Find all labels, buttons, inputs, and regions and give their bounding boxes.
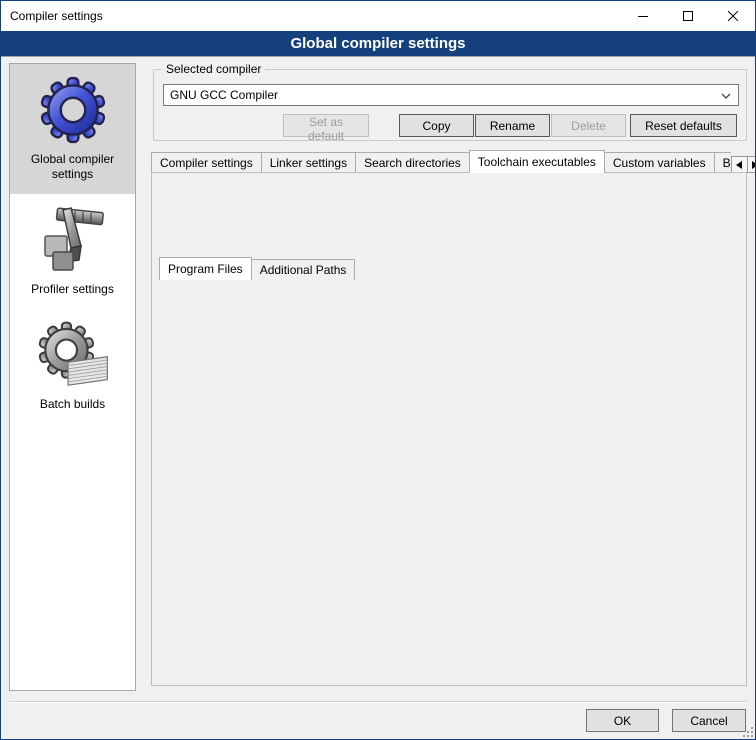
- settings-tabstrip: Compiler settings Linker settings Search…: [151, 150, 745, 173]
- tab-search-directories[interactable]: Search directories: [355, 152, 470, 173]
- arrow-right-icon: [752, 161, 756, 169]
- gear-stack-icon: [37, 319, 109, 391]
- titlebar[interactable]: Compiler settings: [1, 1, 755, 31]
- page-title: Global compiler settings: [1, 31, 755, 57]
- tab-build-options[interactable]: Builc: [714, 152, 731, 173]
- ok-button[interactable]: OK: [586, 709, 659, 732]
- window-title: Compiler settings: [10, 9, 103, 23]
- settings-category-sidebar: Global compiler settings Profiler settin…: [9, 63, 136, 691]
- maximize-icon: [683, 11, 693, 21]
- close-button[interactable]: [710, 1, 755, 31]
- tab-scroll-left-button[interactable]: [731, 156, 748, 173]
- compiler-select[interactable]: GNU GCC Compiler: [163, 84, 739, 106]
- tab-custom-variables[interactable]: Custom variables: [604, 152, 715, 173]
- tab-additional-paths[interactable]: Additional Paths: [251, 259, 356, 280]
- maximize-button[interactable]: [665, 1, 710, 31]
- resize-grip[interactable]: [743, 727, 753, 737]
- tab-scroll-right-button[interactable]: [747, 156, 756, 173]
- program-files-tabstrip: Program Files Additional Paths: [159, 257, 354, 280]
- sidebar-item-batch-builds[interactable]: Batch builds: [10, 309, 135, 424]
- selected-compiler-group: Selected compiler GNU GCC Compiler Set a…: [153, 69, 747, 141]
- group-legend: Selected compiler: [162, 62, 265, 76]
- reset-defaults-button[interactable]: Reset defaults: [630, 114, 737, 137]
- caliper-icon: [37, 204, 109, 276]
- sidebar-item-profiler-settings[interactable]: Profiler settings: [10, 194, 135, 309]
- sidebar-item-global-compiler-settings[interactable]: Global compiler settings: [10, 64, 135, 194]
- footer-divider: [9, 701, 747, 703]
- compiler-select-value: GNU GCC Compiler: [170, 88, 278, 102]
- arrow-left-icon: [736, 161, 742, 169]
- sidebar-item-label: Profiler settings: [14, 282, 131, 297]
- tab-compiler-settings[interactable]: Compiler settings: [151, 152, 262, 173]
- chevron-down-icon: [721, 93, 731, 99]
- compiler-settings-dialog: Compiler settings Global compiler settin…: [0, 0, 756, 740]
- close-icon: [728, 11, 738, 21]
- minimize-icon: [638, 11, 648, 21]
- cancel-button[interactable]: Cancel: [672, 709, 746, 732]
- tab-program-files[interactable]: Program Files: [159, 257, 252, 280]
- gear-blue-icon: [37, 74, 109, 146]
- minimize-button[interactable]: [620, 1, 665, 31]
- rename-button[interactable]: Rename: [475, 114, 550, 137]
- toolchain-executables-page: [151, 172, 747, 686]
- sidebar-item-label: Global compiler settings: [14, 152, 131, 182]
- delete-button[interactable]: Delete: [551, 114, 626, 137]
- sidebar-item-label: Batch builds: [14, 397, 131, 412]
- tab-toolchain-executables[interactable]: Toolchain executables: [469, 150, 605, 173]
- tab-linker-settings[interactable]: Linker settings: [261, 152, 356, 173]
- copy-button[interactable]: Copy: [399, 114, 474, 137]
- set-as-default-button[interactable]: Set as default: [283, 114, 369, 137]
